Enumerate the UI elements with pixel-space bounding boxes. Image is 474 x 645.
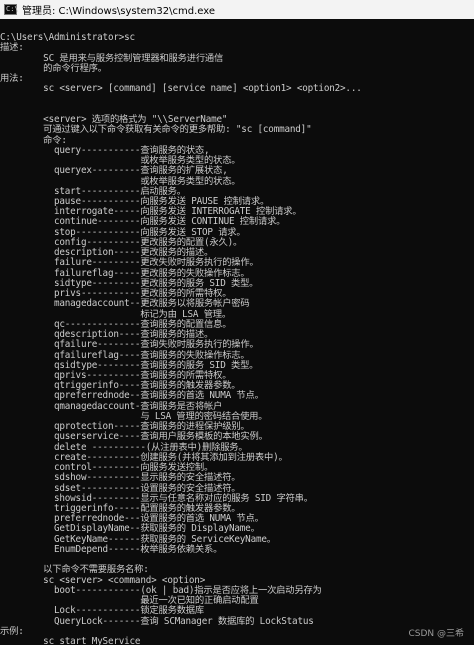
console-line: qfailure--------查询失败时服务执行的操作。 — [0, 339, 259, 351]
title-bar[interactable]: C:\ 管理员: C:\Windows\system32\cmd.exe — [0, 0, 474, 20]
console-line: 的命令行程序。 — [0, 62, 107, 74]
console-line: queryex---------查询服务的扩展状态, — [0, 165, 228, 177]
cmd-app-icon: C:\ — [4, 4, 19, 15]
console-line: sdshow----------显示服务的安全描述符。 — [0, 472, 241, 484]
console-line: C:\Users\Administrator>sc — [0, 32, 135, 44]
console-lines: C:\Users\Administrator>sc 描述: SC 是用来与服务控制… — [0, 23, 362, 645]
console-line: sc <server> [command] [service name] <op… — [0, 83, 362, 95]
console-line: sc start MyService — [0, 636, 141, 645]
console-output-area[interactable]: C:\Users\Administrator>sc 描述: SC 是用来与服务控制… — [0, 19, 474, 645]
csdn-watermark: CSDN @三希 — [408, 629, 464, 639]
console-line: QueryLock-------查询 SCManager 数据库的 LockSt… — [0, 615, 314, 627]
console-line: EnumDepend------枚举服务依赖关系。 — [0, 543, 223, 555]
window-title: 管理员: C:\Windows\system32\cmd.exe — [22, 6, 216, 17]
